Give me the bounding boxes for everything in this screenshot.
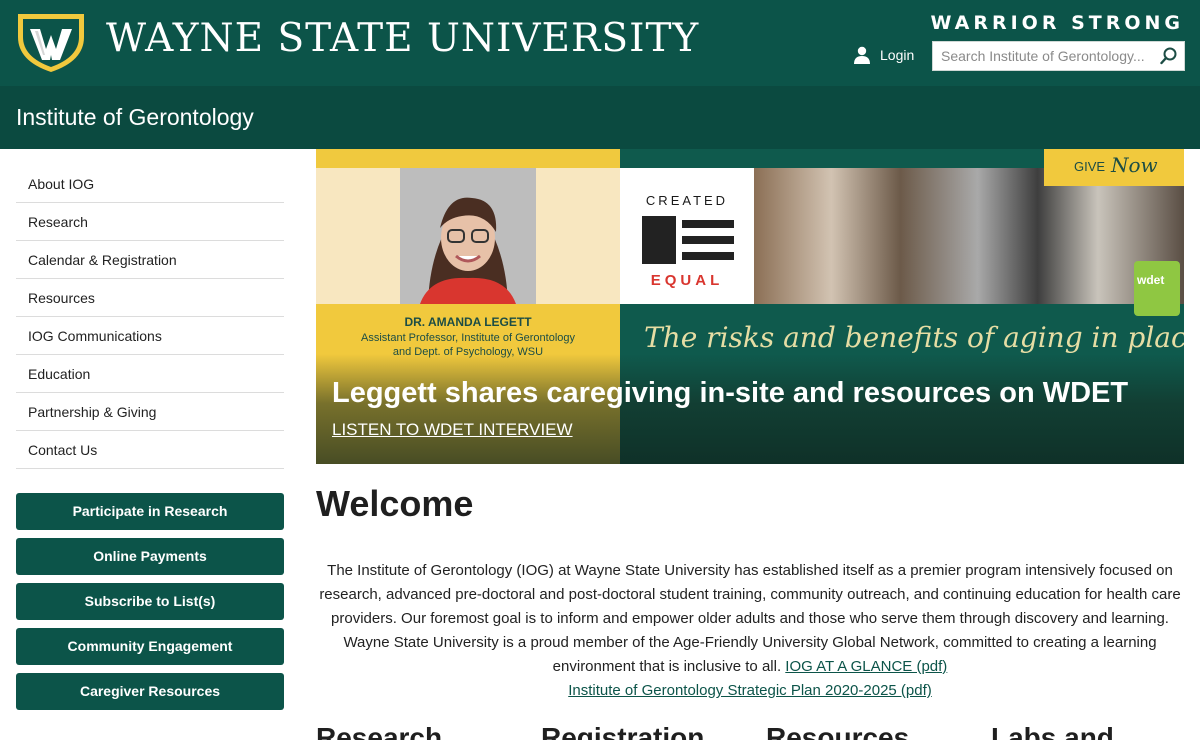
page-title: Welcome [316,483,474,524]
created-equal-logo: CREATED EQUAL [620,168,754,304]
sidebar-item-resources[interactable]: Resources [16,279,284,317]
glance-pdf-link[interactable]: IOG AT A GLANCE (pdf) [785,658,947,675]
wdet-logo: wdet [1134,261,1180,316]
intro-paragraph: The Institute of Gerontology (IOG) at Wa… [316,559,1184,703]
hero-top-strip [316,149,620,168]
portrait-photo [400,168,536,304]
sidebar-item-communications[interactable]: IOG Communications [16,317,284,355]
university-name[interactable]: WAYNE STATE UNIVERSITY [106,16,699,61]
hero-banner[interactable]: DR. AMANDA LEGETT Assistant Professor, I… [316,149,1184,464]
user-icon [854,46,870,64]
give-now-button[interactable]: GIVE Now [1044,149,1184,186]
caregiver-button[interactable]: Caregiver Resources [16,673,284,710]
sidebar-item-partnership[interactable]: Partnership & Giving [16,393,284,431]
site-header: Institute of Gerontology [0,86,1200,149]
search-icon[interactable] [1160,47,1178,65]
search-box [932,41,1185,71]
community-button[interactable]: Community Engagement [16,628,284,665]
login-label: Login [880,47,915,63]
person-role-line-1: Assistant Professor, Institute of Geront… [361,332,575,344]
person-name: DR. AMANDA LEGETT [404,315,532,329]
aging-photos [754,168,1184,304]
wdet-label: wdet [1137,273,1165,287]
give-now-label: Now [1111,153,1158,177]
hero-headline[interactable]: Leggett shares caregiving in-site and re… [332,377,1128,410]
sidebar-item-education[interactable]: Education [16,355,284,393]
give-label: GIVE [1074,159,1106,174]
equal-text: EQUAL [651,272,724,289]
login-link[interactable]: Login [852,46,914,64]
sidebar-item-about[interactable]: About IOG [16,165,284,203]
payments-button[interactable]: Online Payments [16,538,284,575]
listen-interview-link[interactable]: LISTEN TO WDET INTERVIEW [332,420,573,440]
participate-button[interactable]: Participate in Research [16,493,284,530]
subscribe-button[interactable]: Subscribe to List(s) [16,583,284,620]
section-headings: Research Registration Resources Labs and [316,722,1184,740]
section-heading-resources[interactable]: Resources [766,722,909,740]
sidebar-nav: About IOG Research Calendar & Registrati… [16,165,284,469]
strategic-plan-link[interactable]: Institute of Gerontology Strategic Plan … [568,682,932,699]
sidebar-buttons: Participate in Research Online Payments … [16,493,284,718]
search-input[interactable] [933,42,1153,70]
created-text: CREATED [646,193,728,208]
hero-tagline: The risks and benefits of aging in place [644,321,1184,354]
section-heading-labs[interactable]: Labs and [991,722,1114,740]
intro-text: The Institute of Gerontology (IOG) at Wa… [319,562,1181,675]
warrior-strong-tagline: WARRIOR STRONG [930,12,1184,34]
section-heading-registration[interactable]: Registration [541,722,704,740]
sidebar-item-calendar[interactable]: Calendar & Registration [16,241,284,279]
section-heading-research[interactable]: Research [316,722,442,740]
sidebar-item-research[interactable]: Research [16,203,284,241]
top-header: WAYNE STATE UNIVERSITY WARRIOR STRONG Lo… [0,0,1200,86]
wsu-shield-logo[interactable] [16,11,86,73]
sidebar-item-contact[interactable]: Contact Us [16,431,284,469]
site-title[interactable]: Institute of Gerontology [16,104,254,131]
